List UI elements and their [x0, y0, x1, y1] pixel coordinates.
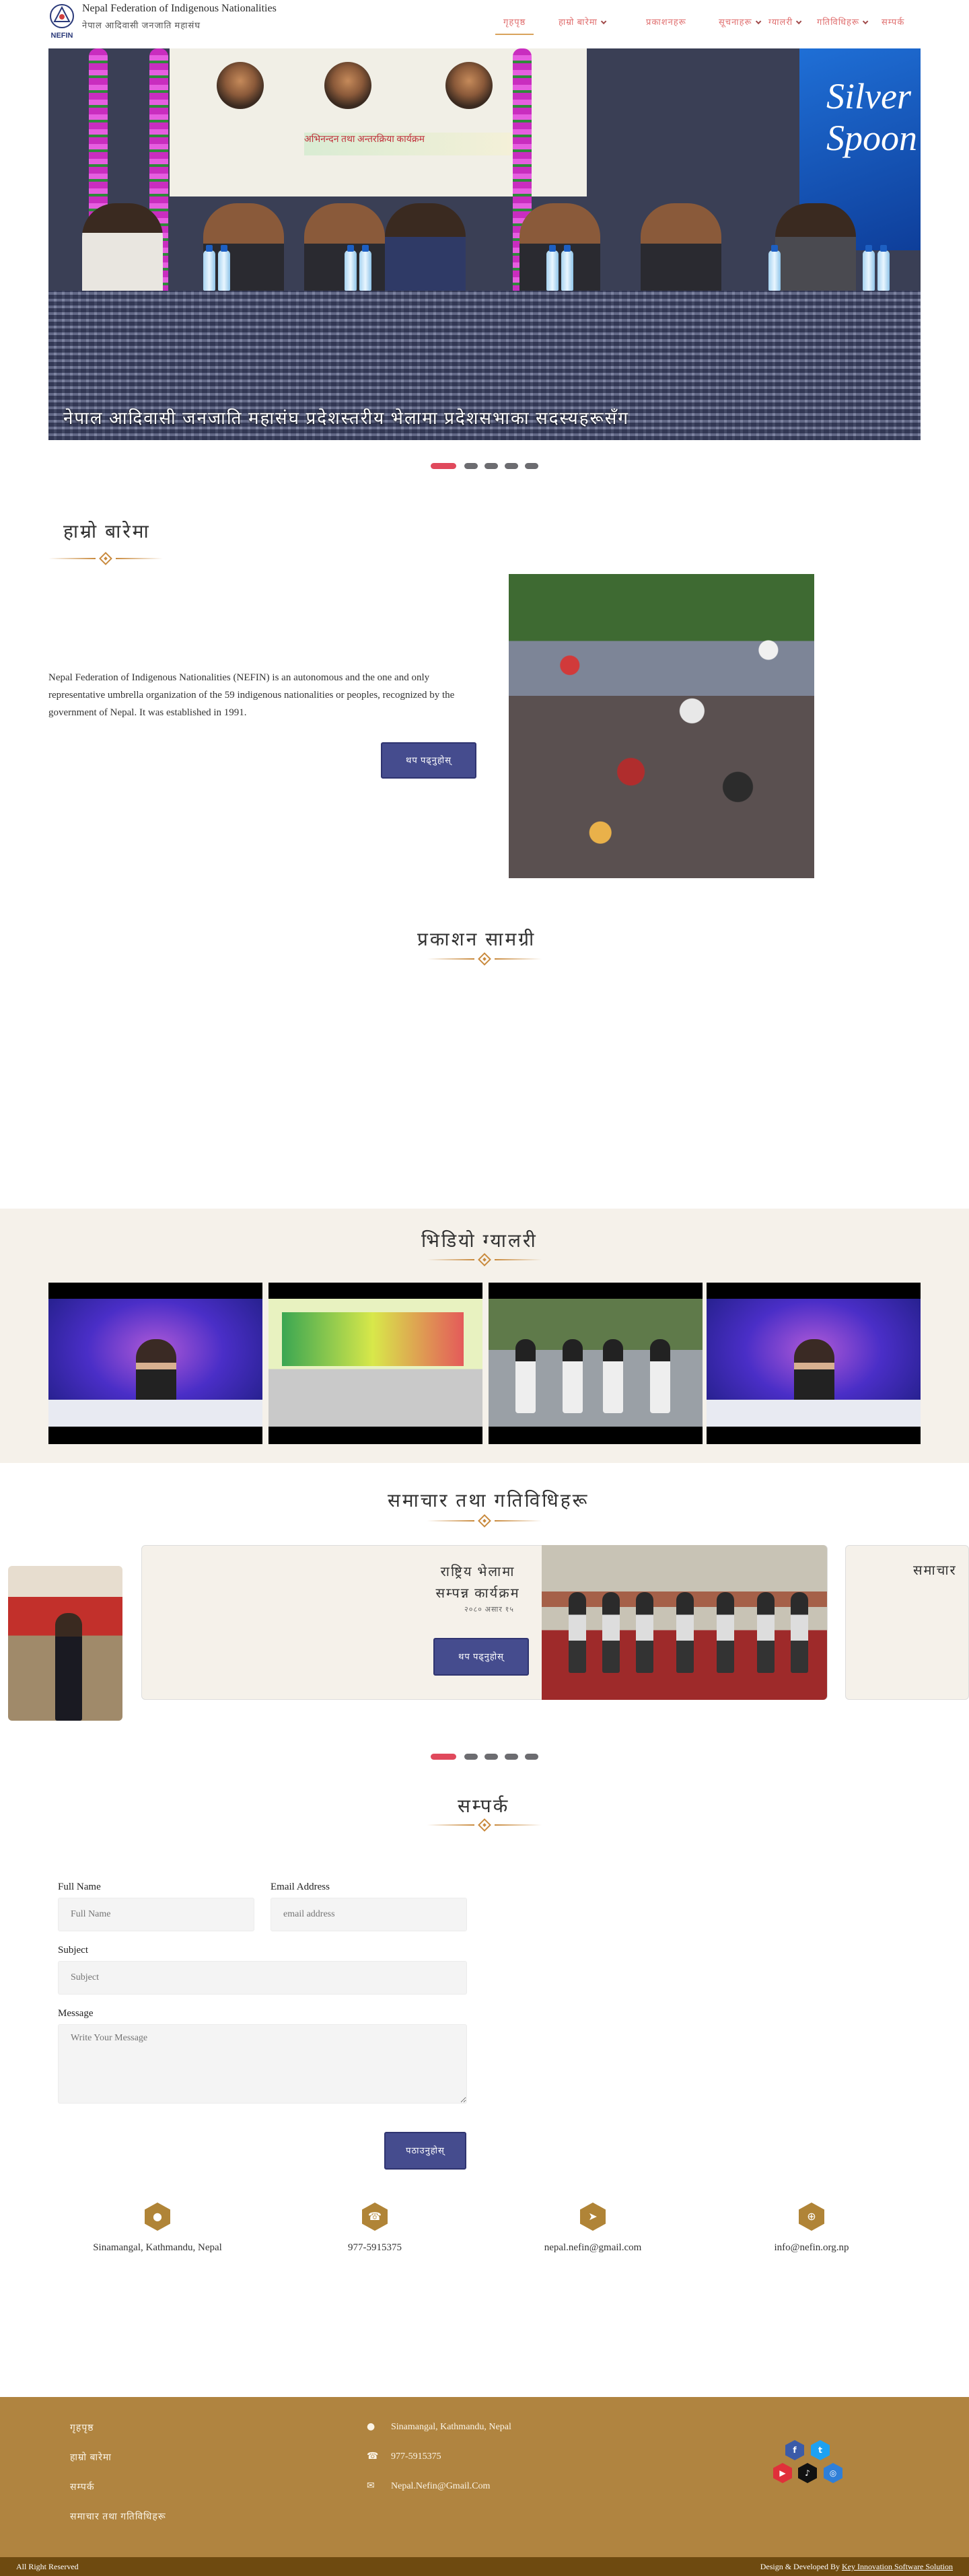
globe-icon: ⊕	[799, 2203, 824, 2231]
video-thumbnail[interactable]	[489, 1283, 703, 1444]
slider-dot[interactable]	[485, 463, 498, 469]
footer-link-home[interactable]: गृहपृष्ठ	[70, 2421, 94, 2434]
contact-info-email[interactable]: info@nefin.org.np	[711, 2242, 912, 2254]
subject-input[interactable]	[58, 1961, 467, 1995]
email-label: Email Address	[271, 1882, 330, 1892]
footer-link-about[interactable]: हाम्रो बारेमा	[70, 2451, 112, 2464]
send-icon: ➤	[580, 2203, 606, 2231]
footer-link-news[interactable]: समाचार तथा गतिविधिहरू	[70, 2510, 166, 2523]
rights-text: All Right Reserved	[16, 2562, 79, 2571]
chevron-down-icon	[795, 18, 802, 25]
twitter-icon[interactable]: t	[811, 2440, 830, 2460]
phone-icon: ☎	[362, 2203, 388, 2231]
email-input[interactable]	[271, 1898, 467, 1931]
site-footer: गृहपृष्ठ हाम्रो बारेमा सम्पर्क समाचार तथ…	[0, 2397, 969, 2557]
main-nav: गृहपृष्ठ हाम्रो बारेमा प्रकाशनहरू सूचनाह…	[485, 15, 922, 35]
slider-dot[interactable]	[431, 1754, 456, 1760]
instagram-icon[interactable]: ◎	[824, 2463, 842, 2483]
hero-caption: नेपाल आदिवासी जनजाति महासंघ प्रदेशस्तरीय…	[63, 408, 629, 428]
contact-email[interactable]: nepal.nefin@gmail.com	[492, 2242, 694, 2254]
site-header: NEFIN Nepal Federation of Indigenous Nat…	[0, 0, 969, 47]
hero-slider[interactable]: अभिनन्दन तथा अन्तरक्रिया कार्यक्रम Silve…	[48, 48, 921, 440]
nav-notices[interactable]: सूचनाहरू	[719, 15, 762, 35]
facebook-icon[interactable]: f	[785, 2440, 804, 2460]
subject-label: Subject	[58, 1945, 88, 1956]
contact-title: सम्पर्क	[458, 1796, 510, 1817]
footer-phone[interactable]: ☎ 977-5915375	[367, 2451, 441, 2462]
full-name-label: Full Name	[58, 1882, 101, 1892]
full-name-input[interactable]	[58, 1898, 254, 1931]
nav-about[interactable]: हाम्रो बारेमा	[559, 15, 607, 35]
logo-text: NEFIN	[51, 32, 73, 40]
video-thumbnail[interactable]	[268, 1283, 482, 1444]
news-card-date: २०८० असार १५	[464, 1606, 515, 1614]
slider-dot[interactable]	[525, 1754, 538, 1760]
about-title: हाम्रो बारेमा	[63, 522, 151, 542]
submit-button[interactable]: पठाउनुहोस्	[384, 2132, 466, 2170]
copyright-bar: All Right Reserved Design & Developed By…	[0, 2557, 969, 2576]
contact-address: Sinamangal, Kathmandu, Nepal	[93, 2242, 222, 2253]
news-card-title[interactable]: राष्ट्रिय भेलामा सम्पन्न कार्यक्रम	[424, 1561, 532, 1604]
slider-dot[interactable]	[505, 1754, 518, 1760]
org-name-nepali: नेपाल आदिवासी जनजाति महासंघ	[82, 20, 201, 30]
chevron-down-icon	[755, 18, 762, 25]
contact-phone[interactable]: 977-5915375	[274, 2242, 476, 2254]
news-slider-dots	[431, 1754, 538, 1760]
location-icon: ●	[145, 2203, 170, 2231]
section-divider	[427, 1514, 542, 1528]
slider-dot[interactable]	[485, 1754, 498, 1760]
video-thumbnail[interactable]	[48, 1283, 262, 1444]
section-divider	[427, 952, 542, 966]
news-title: समाचार तथा गतिविधिहरू	[388, 1491, 589, 1511]
about-read-more-button[interactable]: थप पढ्नुहोस्	[381, 742, 476, 779]
slider-dot[interactable]	[464, 463, 478, 469]
news-read-more-button[interactable]: थप पढ्नुहोस्	[433, 1638, 529, 1676]
footer-email[interactable]: ✉ Nepal.Nefin@Gmail.Com	[367, 2480, 490, 2492]
youtube-icon[interactable]: ▶	[773, 2463, 792, 2483]
tiktok-icon[interactable]: ♪	[798, 2463, 817, 2483]
nav-home[interactable]: गृहपृष्ठ	[495, 15, 534, 35]
slider-dot[interactable]	[505, 463, 518, 469]
banner-title: अभिनन्दन तथा अन्तरक्रिया कार्यक्रम	[304, 133, 519, 155]
message-label: Message	[58, 2008, 94, 2019]
video-gallery-title: भिडियो ग्यालरी	[421, 1231, 538, 1252]
chevron-down-icon	[862, 18, 869, 25]
section-divider	[427, 1818, 542, 1832]
phone-icon: ☎	[367, 2451, 379, 2462]
nav-gallery[interactable]: ग्यालरी	[768, 15, 802, 35]
section-divider	[427, 1253, 542, 1266]
footer-address: ● Sinamangal, Kathmandu, Nepal	[367, 2421, 511, 2432]
news-card-previous[interactable]	[8, 1566, 122, 1721]
credit-text: Design & Developed By Key Innovation Sof…	[760, 2562, 953, 2571]
footer-link-contact[interactable]: सम्पर्क	[70, 2480, 95, 2493]
slider-dot[interactable]	[431, 463, 456, 469]
slider-dot[interactable]	[525, 463, 538, 469]
developer-link[interactable]: Key Innovation Software Solution	[842, 2562, 953, 2571]
about-text: Nepal Federation of Indigenous Nationali…	[48, 672, 455, 718]
nav-publications[interactable]: प्रकाशनहरू	[646, 15, 686, 35]
video-thumbnail[interactable]	[707, 1283, 921, 1444]
hero-slider-dots	[431, 463, 538, 470]
location-icon: ●	[367, 2421, 375, 2432]
publications-title: प्रकाशन सामग्री	[417, 929, 536, 950]
nefin-logo[interactable]: NEFIN	[48, 3, 75, 42]
nav-contact[interactable]: सम्पर्क	[882, 15, 904, 35]
news-card-image	[542, 1545, 827, 1700]
message-textarea[interactable]	[58, 2024, 467, 2104]
chevron-down-icon	[600, 18, 607, 25]
slider-dot[interactable]	[464, 1754, 478, 1760]
mail-icon: ✉	[367, 2480, 375, 2491]
nav-activities[interactable]: गतिविधिहरू	[817, 15, 869, 35]
about-image	[509, 574, 814, 878]
section-divider	[48, 552, 163, 565]
news-card-next[interactable]: समाचार	[845, 1545, 969, 1700]
org-name-english: Nepal Federation of Indigenous Nationali…	[82, 3, 277, 14]
